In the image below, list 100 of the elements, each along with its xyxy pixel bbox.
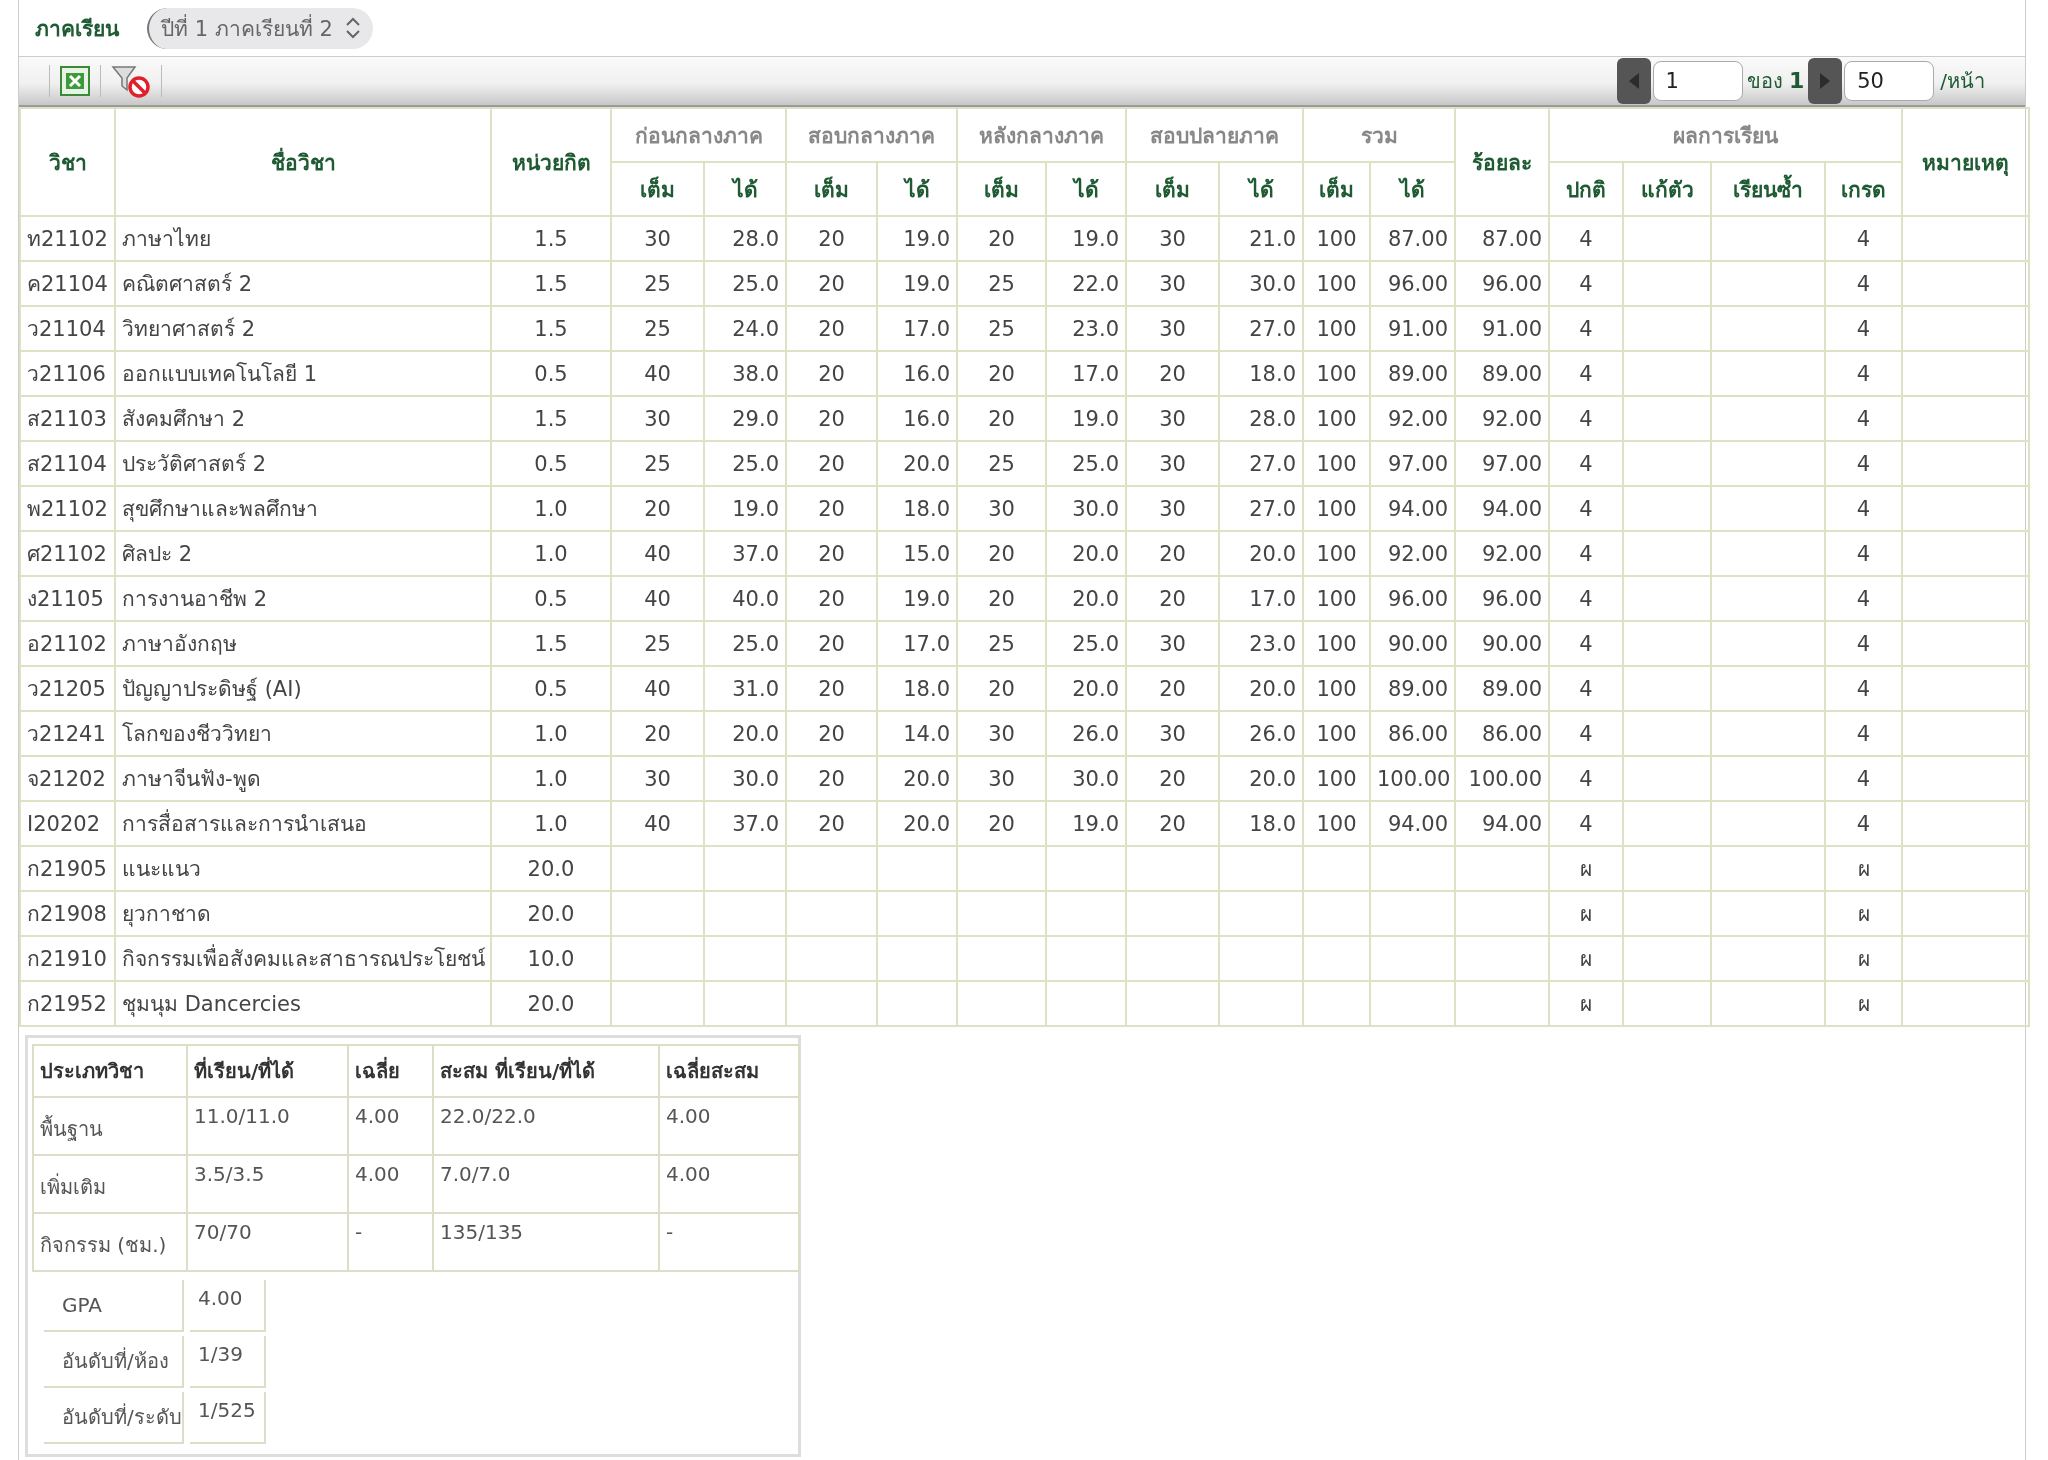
table-cell: 91.00 — [1370, 306, 1455, 351]
table-cell: 1.5 — [491, 216, 611, 261]
column-header: เต็ม — [1126, 162, 1219, 216]
table-cell: 94.00 — [1455, 801, 1549, 846]
table-cell: 20.0 — [491, 891, 611, 936]
clear-filter-icon[interactable] — [111, 64, 151, 98]
table-cell: การงานอาชีพ 2 — [115, 576, 491, 621]
table-cell: 4 — [1549, 666, 1623, 711]
table-cell: 27.0 — [1219, 486, 1303, 531]
table-cell: จ21202 — [20, 756, 115, 801]
table-cell: 4 — [1825, 711, 1902, 756]
table-cell: 18.0 — [1219, 351, 1303, 396]
table-cell: 4 — [1549, 576, 1623, 621]
table-cell: 4 — [1549, 756, 1623, 801]
table-cell: 25.0 — [704, 261, 786, 306]
table-cell: ผ — [1825, 936, 1902, 981]
table-cell: 19.0 — [877, 216, 957, 261]
table-cell: 92.00 — [1455, 531, 1549, 576]
table-cell: ผ — [1549, 936, 1623, 981]
table-cell: กิจกรรมเพื่อสังคมและสาธารณประโยชน์ — [115, 936, 491, 981]
column-header: เฉลี่ยสะสม — [659, 1045, 799, 1097]
table-cell: 20.0 — [1219, 531, 1303, 576]
table-cell: ง21105 — [20, 576, 115, 621]
next-page-button[interactable] — [1808, 58, 1843, 104]
table-cell: 29.0 — [704, 396, 786, 441]
term-select[interactable]: ปีที่ 1 ภาคเรียนที่ 2 — [147, 7, 373, 49]
table-cell: 30.0 — [704, 756, 786, 801]
stat-value: 4.00 — [190, 1280, 266, 1332]
table-cell: 20 — [957, 351, 1046, 396]
table-cell: 4 — [1825, 756, 1902, 801]
table-cell: 20.0 — [877, 756, 957, 801]
table-cell: 1.0 — [491, 531, 611, 576]
table-cell: กิจกรรม (ชม.) — [33, 1213, 187, 1271]
table-cell: 87.00 — [1370, 216, 1455, 261]
column-header: หมายเหตุ — [1902, 108, 2029, 216]
table-cell: 1.5 — [491, 396, 611, 441]
table-cell: 25.0 — [704, 621, 786, 666]
table-cell: 100 — [1303, 801, 1370, 846]
table-cell: 4 — [1825, 306, 1902, 351]
table-cell: 20.0 — [491, 981, 611, 1026]
column-header: เต็ม — [611, 162, 704, 216]
table-cell: ภาษาไทย — [115, 216, 491, 261]
table-cell: ก21952 — [20, 981, 115, 1026]
table-cell: ประวัติศาสตร์ 2 — [115, 441, 491, 486]
table-cell: 19.0 — [1046, 216, 1126, 261]
table-cell: 4 — [1549, 486, 1623, 531]
table-cell: 20.0 — [1219, 756, 1303, 801]
table-cell: 96.00 — [1455, 261, 1549, 306]
table-cell: 100 — [1303, 756, 1370, 801]
column-header: ก่อนกลางภาค — [611, 108, 786, 162]
table-cell: ผ — [1825, 846, 1902, 891]
table-cell: 100 — [1303, 351, 1370, 396]
table-cell: 30.0 — [1046, 756, 1126, 801]
table-cell: ออกแบบเทคโนโลยี 1 — [115, 351, 491, 396]
table-cell: 26.0 — [1219, 711, 1303, 756]
table-cell: 28.0 — [1219, 396, 1303, 441]
table-cell: 15.0 — [877, 531, 957, 576]
spreadsheet-icon[interactable] — [60, 66, 90, 96]
table-cell: 24.0 — [704, 306, 786, 351]
table-cell: 28.0 — [704, 216, 786, 261]
table-cell: 40 — [611, 576, 704, 621]
table-cell: 100 — [1303, 441, 1370, 486]
table-cell: 20 — [957, 576, 1046, 621]
table-cell: 20 — [957, 531, 1046, 576]
table-cell: ผ — [1549, 981, 1623, 1026]
table-cell: ค21104 — [20, 261, 115, 306]
column-header: สอบปลายภาค — [1126, 108, 1303, 162]
column-header: ปกติ — [1549, 162, 1623, 216]
previous-page-button[interactable] — [1616, 58, 1651, 104]
table-cell: 19.0 — [877, 576, 957, 621]
column-header: ชื่อวิชา — [115, 108, 491, 216]
table-cell: 20 — [957, 396, 1046, 441]
table-cell: 1.0 — [491, 711, 611, 756]
per-page-label: /หน้า — [1939, 68, 1985, 95]
table-cell: 100.00 — [1370, 756, 1455, 801]
table-cell: 20 — [786, 351, 877, 396]
table-cell: 96.00 — [1455, 576, 1549, 621]
table-cell: ศิลปะ 2 — [115, 531, 491, 576]
table-cell: 25 — [957, 306, 1046, 351]
column-header: วิชา — [20, 108, 115, 216]
table-cell: 20 — [786, 711, 877, 756]
table-cell: 0.5 — [491, 441, 611, 486]
page-number-field[interactable]: 1 — [1652, 61, 1743, 101]
column-header: เต็ม — [957, 162, 1046, 216]
table-cell: 100 — [1303, 531, 1370, 576]
column-header: หน่วยกิต — [491, 108, 611, 216]
table-cell: 1.0 — [491, 486, 611, 531]
table-cell: 22.0/22.0 — [433, 1097, 659, 1155]
table-cell: 100 — [1303, 306, 1370, 351]
table-cell: การสื่อสารและการนำเสนอ — [115, 801, 491, 846]
table-cell: 20 — [786, 756, 877, 801]
table-cell: 37.0 — [704, 801, 786, 846]
table-cell: 30 — [957, 711, 1046, 756]
table-cell: 30 — [1126, 621, 1219, 666]
right-triangle-icon — [1819, 72, 1832, 90]
table-cell: 4 — [1825, 576, 1902, 621]
table-cell: 90.00 — [1370, 621, 1455, 666]
column-header: ได้ — [1046, 162, 1126, 216]
table-cell: 100 — [1303, 576, 1370, 621]
page-size-field[interactable]: 50 — [1844, 61, 1935, 101]
